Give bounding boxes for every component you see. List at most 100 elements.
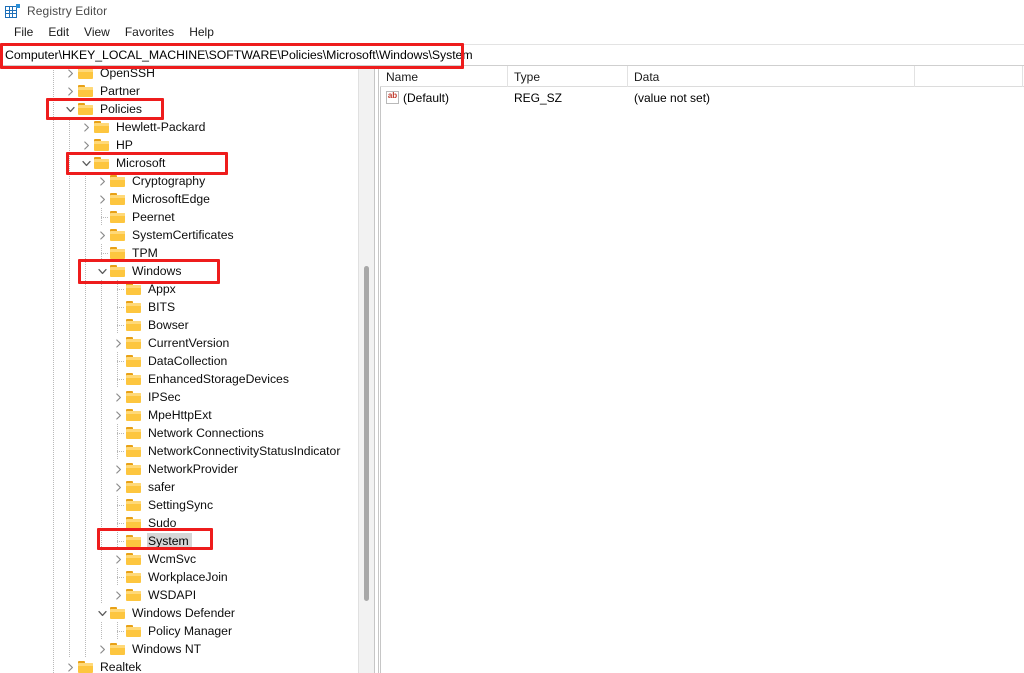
registry-path-text[interactable]: Computer\HKEY_LOCAL_MACHINE\SOFTWARE\Pol… [0, 48, 473, 62]
tree-indent-guide [62, 568, 78, 586]
chevron-right-icon[interactable] [110, 334, 126, 352]
tree-indent-guide [78, 334, 94, 352]
tree-indent-guide [46, 622, 62, 640]
chevron-right-icon[interactable] [110, 478, 126, 496]
tree-indent-guide [62, 424, 78, 442]
window-title: Registry Editor [27, 4, 108, 18]
tree-indent-guide [78, 262, 94, 280]
tree-indent-guide [46, 532, 62, 550]
menu-help[interactable]: Help [182, 24, 222, 40]
tree-item-networkconnectivitystatusindicator[interactable]: NetworkConnectivityStatusIndicator [0, 442, 343, 460]
column-header-data[interactable]: Data [628, 66, 915, 87]
tree-item-hp[interactable]: HP [0, 136, 136, 154]
chevron-right-icon[interactable] [110, 550, 126, 568]
tree-item-microsoftedge[interactable]: MicrosoftEdge [0, 190, 213, 208]
tree-item-label: Appx [148, 282, 176, 296]
chevron-right-icon[interactable] [110, 406, 126, 424]
tree-scrollbar-thumb[interactable] [364, 266, 369, 601]
tree-item-policy-manager[interactable]: Policy Manager [0, 622, 235, 640]
folder-icon [94, 120, 111, 134]
chevron-right-icon[interactable] [62, 66, 78, 82]
tree-indent-guide [62, 442, 78, 460]
tree-item-microsoft[interactable]: Microsoft [0, 154, 168, 172]
tree-branch-connector [110, 298, 126, 316]
tree-branch-connector [110, 352, 126, 370]
menu-file[interactable]: File [7, 24, 41, 40]
chevron-right-icon[interactable] [110, 460, 126, 478]
folder-icon [78, 660, 95, 673]
tree-item-policies[interactable]: Policies [0, 100, 145, 118]
tree-item-wsdapi[interactable]: WSDAPI [0, 586, 199, 604]
tree-item-workplacejoin[interactable]: WorkplaceJoin [0, 568, 231, 586]
column-header-type[interactable]: Type [508, 66, 628, 87]
tree-item-sudo[interactable]: Sudo [0, 514, 179, 532]
chevron-right-icon[interactable] [62, 658, 78, 673]
tree-item-windows-nt[interactable]: Windows NT [0, 640, 204, 658]
tree-item-hewlett-packard[interactable]: Hewlett-Packard [0, 118, 208, 136]
folder-icon [110, 174, 127, 188]
tree-item-realtek[interactable]: Realtek [0, 658, 144, 673]
tree-indent-guide [62, 334, 78, 352]
tree-vertical-scrollbar[interactable] [358, 66, 374, 673]
chevron-right-icon[interactable] [62, 82, 78, 100]
tree-item-windows[interactable]: Windows [0, 262, 184, 280]
folder-icon [78, 102, 95, 116]
tree-item-tpm[interactable]: TPM [0, 244, 161, 262]
folder-icon [126, 408, 143, 422]
tree-item-datacollection[interactable]: DataCollection [0, 352, 230, 370]
tree-item-settingsync[interactable]: SettingSync [0, 496, 216, 514]
folder-icon [126, 480, 143, 494]
tree-indent-guide [62, 622, 78, 640]
tree-item-bits[interactable]: BITS [0, 298, 178, 316]
folder-icon [126, 318, 143, 332]
panel-splitter[interactable] [374, 66, 379, 673]
tree-item-partner[interactable]: Partner [0, 82, 143, 100]
tree-item-label: Network Connections [148, 426, 264, 440]
tree-item-bowser[interactable]: Bowser [0, 316, 192, 334]
tree-indent-guide [46, 316, 62, 334]
chevron-down-icon[interactable] [94, 604, 110, 622]
menu-view[interactable]: View [77, 24, 118, 40]
chevron-right-icon[interactable] [94, 640, 110, 658]
chevron-right-icon[interactable] [78, 136, 94, 154]
value-row[interactable]: ab (Default) REG_SZ (value not set) [380, 87, 1024, 108]
tree-branch-connector [110, 532, 126, 550]
tree-item-systemcertificates[interactable]: SystemCertificates [0, 226, 237, 244]
tree-indent-guide [78, 316, 94, 334]
tree-item-safer[interactable]: safer [0, 478, 178, 496]
tree-indent-guide [78, 496, 94, 514]
chevron-down-icon[interactable] [62, 100, 78, 118]
menu-favorites[interactable]: Favorites [118, 24, 182, 40]
tree-item-cryptography[interactable]: Cryptography [0, 172, 208, 190]
tree-item-appx[interactable]: Appx [0, 280, 179, 298]
chevron-down-icon[interactable] [94, 262, 110, 280]
tree-item-enhancedstoragedevices[interactable]: EnhancedStorageDevices [0, 370, 292, 388]
tree-item-network-connections[interactable]: Network Connections [0, 424, 267, 442]
tree-item-wcmsvc[interactable]: WcmSvc [0, 550, 199, 568]
chevron-right-icon[interactable] [110, 586, 126, 604]
tree-indent-guide [78, 226, 94, 244]
chevron-down-icon[interactable] [78, 154, 94, 172]
address-bar[interactable]: Computer\HKEY_LOCAL_MACHINE\SOFTWARE\Pol… [0, 44, 1024, 66]
chevron-right-icon[interactable] [94, 226, 110, 244]
chevron-right-icon[interactable] [78, 118, 94, 136]
chevron-right-icon[interactable] [110, 388, 126, 406]
column-header-name[interactable]: Name [380, 66, 508, 87]
tree-item-windows-defender[interactable]: Windows Defender [0, 604, 238, 622]
registry-key-tree[interactable]: OpenSSH Partner Policies Hewlett-Packard HP M… [0, 66, 358, 673]
chevron-right-icon[interactable] [94, 172, 110, 190]
menu-edit[interactable]: Edit [41, 24, 77, 40]
tree-item-system[interactable]: System [0, 532, 192, 550]
tree-branch-connector [110, 568, 126, 586]
tree-item-label: Policy Manager [148, 624, 232, 638]
tree-indent-guide [94, 370, 110, 388]
tree-item-openssh[interactable]: OpenSSH [0, 66, 158, 82]
chevron-right-icon[interactable] [94, 190, 110, 208]
tree-item-peernet[interactable]: Peernet [0, 208, 178, 226]
tree-item-mpehttpext[interactable]: MpeHttpExt [0, 406, 215, 424]
tree-item-ipsec[interactable]: IPSec [0, 388, 184, 406]
tree-item-currentversion[interactable]: CurrentVersion [0, 334, 232, 352]
tree-item-networkprovider[interactable]: NetworkProvider [0, 460, 241, 478]
tree-indent-guide [94, 316, 110, 334]
column-header-filler[interactable] [915, 66, 1023, 87]
